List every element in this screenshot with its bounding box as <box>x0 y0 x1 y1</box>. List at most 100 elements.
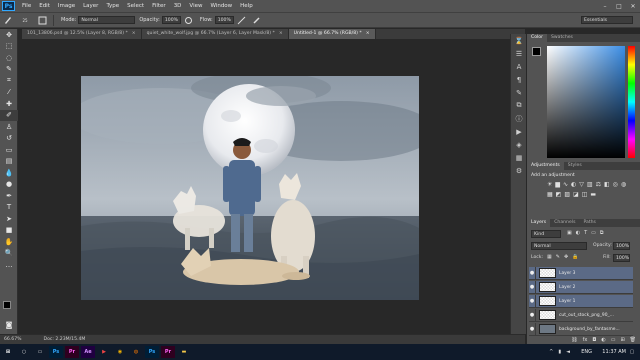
visibility-eye-icon[interactable]: ● <box>529 294 536 308</box>
chrome-icon[interactable]: ◉ <box>113 346 127 358</box>
mode-select[interactable]: Normal <box>78 16 136 24</box>
layer-row-layer-2[interactable]: ● Layer 2 <box>529 280 633 294</box>
brush-preset-picker-icon[interactable]: 25 <box>17 15 33 26</box>
lasso-tool-icon[interactable]: ◌ <box>0 52 18 64</box>
quick-selection-tool-icon[interactable]: ✎ <box>0 64 18 76</box>
lock-position-icon[interactable]: ✥ <box>564 254 568 260</box>
history-icon[interactable]: ⌛ <box>511 34 527 47</box>
layer-name[interactable]: Layer 3 <box>559 271 575 276</box>
layer-name[interactable]: background_by_fantasme... <box>559 327 620 332</box>
layer-row-background[interactable]: ● background_by_fantasme... <box>529 322 633 336</box>
eyedropper-tool-icon[interactable]: ⁄ <box>0 87 18 99</box>
windows-start-icon[interactable]: ⊞ <box>1 346 15 358</box>
document-canvas[interactable] <box>81 76 419 300</box>
photoshop-taskbar-icon[interactable]: Ps <box>49 346 63 358</box>
close-window-button[interactable]: ✕ <box>626 0 640 12</box>
flow-field[interactable]: 100% <box>214 16 234 24</box>
quick-mask-icon[interactable]: ◙ <box>0 319 18 331</box>
levels-icon[interactable]: ▆ <box>555 181 560 188</box>
pressure-size-icon[interactable] <box>251 15 262 26</box>
visibility-eye-icon[interactable]: ● <box>529 322 536 336</box>
gradient-map-icon[interactable]: ▬ <box>590 191 596 198</box>
link-layers-icon[interactable]: ⛓ <box>571 337 577 343</box>
minimize-button[interactable]: – <box>598 0 612 12</box>
menu-image[interactable]: Image <box>54 0 79 12</box>
filter-pixel-icon[interactable]: ▣ <box>567 230 572 236</box>
tab-document-3[interactable]: Untitled-1 @ 66.7% (RGB/8) * × <box>288 29 376 39</box>
actions-icon[interactable]: ▶ <box>511 125 527 138</box>
tab-adjustments[interactable]: Adjustments <box>527 162 564 170</box>
exposure-icon[interactable]: ◐ <box>571 181 576 188</box>
gradient-tool-icon[interactable]: ▤ <box>0 156 18 168</box>
selective-color-icon[interactable]: ◫ <box>582 191 588 198</box>
threshold-icon[interactable]: ◪ <box>573 191 579 198</box>
fill-field[interactable]: 100% <box>613 254 630 262</box>
tab-styles[interactable]: Styles <box>564 162 586 170</box>
close-tab-icon[interactable]: × <box>366 29 370 39</box>
brightness-icon[interactable]: ☀ <box>547 181 552 188</box>
visibility-eye-icon[interactable]: ● <box>529 280 536 294</box>
layer-name[interactable]: cut_out_stock_png_90_... <box>559 313 614 318</box>
menu-filter[interactable]: Filter <box>148 0 170 12</box>
lock-all-icon[interactable]: 🔒 <box>572 254 578 260</box>
zoom-tool-icon[interactable]: 🔍 <box>0 248 18 260</box>
pressure-opacity-icon[interactable] <box>183 15 194 26</box>
new-group-icon[interactable]: ▭ <box>611 337 616 343</box>
layer-name[interactable]: Layer 1 <box>559 299 575 304</box>
clock[interactable]: 11:37 AM <box>602 349 626 355</box>
crop-tool-icon[interactable]: ⌗ <box>0 75 18 87</box>
layer-row-cut-out-stock[interactable]: ● cut_out_stock_png_90_... <box>529 308 633 322</box>
info-icon[interactable]: ⓘ <box>511 112 527 125</box>
tab-layers[interactable]: Layers <box>527 219 551 227</box>
navigator-icon[interactable]: ◈ <box>511 138 527 151</box>
filter-shape-icon[interactable]: ▭ <box>591 230 596 236</box>
airbrush-icon[interactable] <box>236 15 247 26</box>
foreground-color-swatch[interactable] <box>3 301 11 309</box>
brush-tool-icon[interactable]: ✐ <box>0 109 18 121</box>
tab-paths[interactable]: Paths <box>579 219 600 227</box>
eraser-tool-icon[interactable]: ▭ <box>0 144 18 156</box>
opacity-field[interactable]: 100% <box>161 16 181 24</box>
histogram-icon[interactable]: ▦ <box>511 151 527 164</box>
tab-document-2[interactable]: quiet_white_wolf.jpg @ 66.7% (Layer 6, L… <box>141 29 289 39</box>
blend-mode-select[interactable]: Normal <box>531 242 587 250</box>
marquee-tool-icon[interactable]: ⬚ <box>0 41 18 53</box>
menu-view[interactable]: View <box>185 0 206 12</box>
menu-layer[interactable]: Layer <box>79 0 102 12</box>
new-adjustment-icon[interactable]: ◐ <box>601 337 605 343</box>
properties-icon[interactable]: ☰ <box>511 47 527 60</box>
workspace-select[interactable]: Essentials <box>581 16 633 24</box>
menu-window[interactable]: Window <box>206 0 236 12</box>
menu-edit[interactable]: Edit <box>35 0 54 12</box>
hand-tool-icon[interactable]: ✋ <box>0 236 18 248</box>
zoom-level[interactable]: 66.67% <box>4 337 22 342</box>
path-selection-tool-icon[interactable]: ➤ <box>0 213 18 225</box>
tab-channels[interactable]: Channels <box>550 219 579 227</box>
dodge-tool-icon[interactable]: ● <box>0 179 18 191</box>
foreground-color-chip[interactable] <box>532 47 541 56</box>
filter-smart-object-icon[interactable]: ⧉ <box>600 230 604 236</box>
lock-transparent-icon[interactable]: ▦ <box>547 254 552 260</box>
maximize-button[interactable]: □ <box>612 0 626 12</box>
color-picker-field[interactable] <box>547 46 625 158</box>
healing-brush-tool-icon[interactable]: ✚ <box>0 98 18 110</box>
close-tab-icon[interactable]: × <box>279 29 283 39</box>
curves-icon[interactable]: ∿ <box>563 181 568 188</box>
paragraph-icon[interactable]: ¶ <box>511 73 527 86</box>
more-tools-icon[interactable]: … <box>0 259 18 271</box>
tab-document-1[interactable]: 101_13806.psd @ 12.5% (Layer 8, RGB/8) *… <box>22 29 142 39</box>
tray-up-icon[interactable]: ^ <box>549 349 553 355</box>
invert-icon[interactable]: ◩ <box>556 191 562 198</box>
channel-mixer-icon[interactable]: ◍ <box>621 181 626 188</box>
layer-name[interactable]: Layer 2 <box>559 285 575 290</box>
filter-adjustment-icon[interactable]: ◐ <box>576 230 580 236</box>
menu-file[interactable]: File <box>18 0 35 12</box>
add-mask-icon[interactable]: ◘ <box>592 337 596 343</box>
browser-icon[interactable]: ◍ <box>129 346 143 358</box>
brush-presets-icon[interactable]: ✎ <box>511 86 527 99</box>
history-brush-tool-icon[interactable]: ↺ <box>0 133 18 145</box>
move-tool-icon[interactable]: ✥ <box>0 29 18 41</box>
clone-source-icon[interactable]: ⧉ <box>511 99 527 112</box>
brush-panel-toggle-icon[interactable] <box>37 15 48 26</box>
visibility-eye-icon[interactable]: ● <box>529 308 536 322</box>
